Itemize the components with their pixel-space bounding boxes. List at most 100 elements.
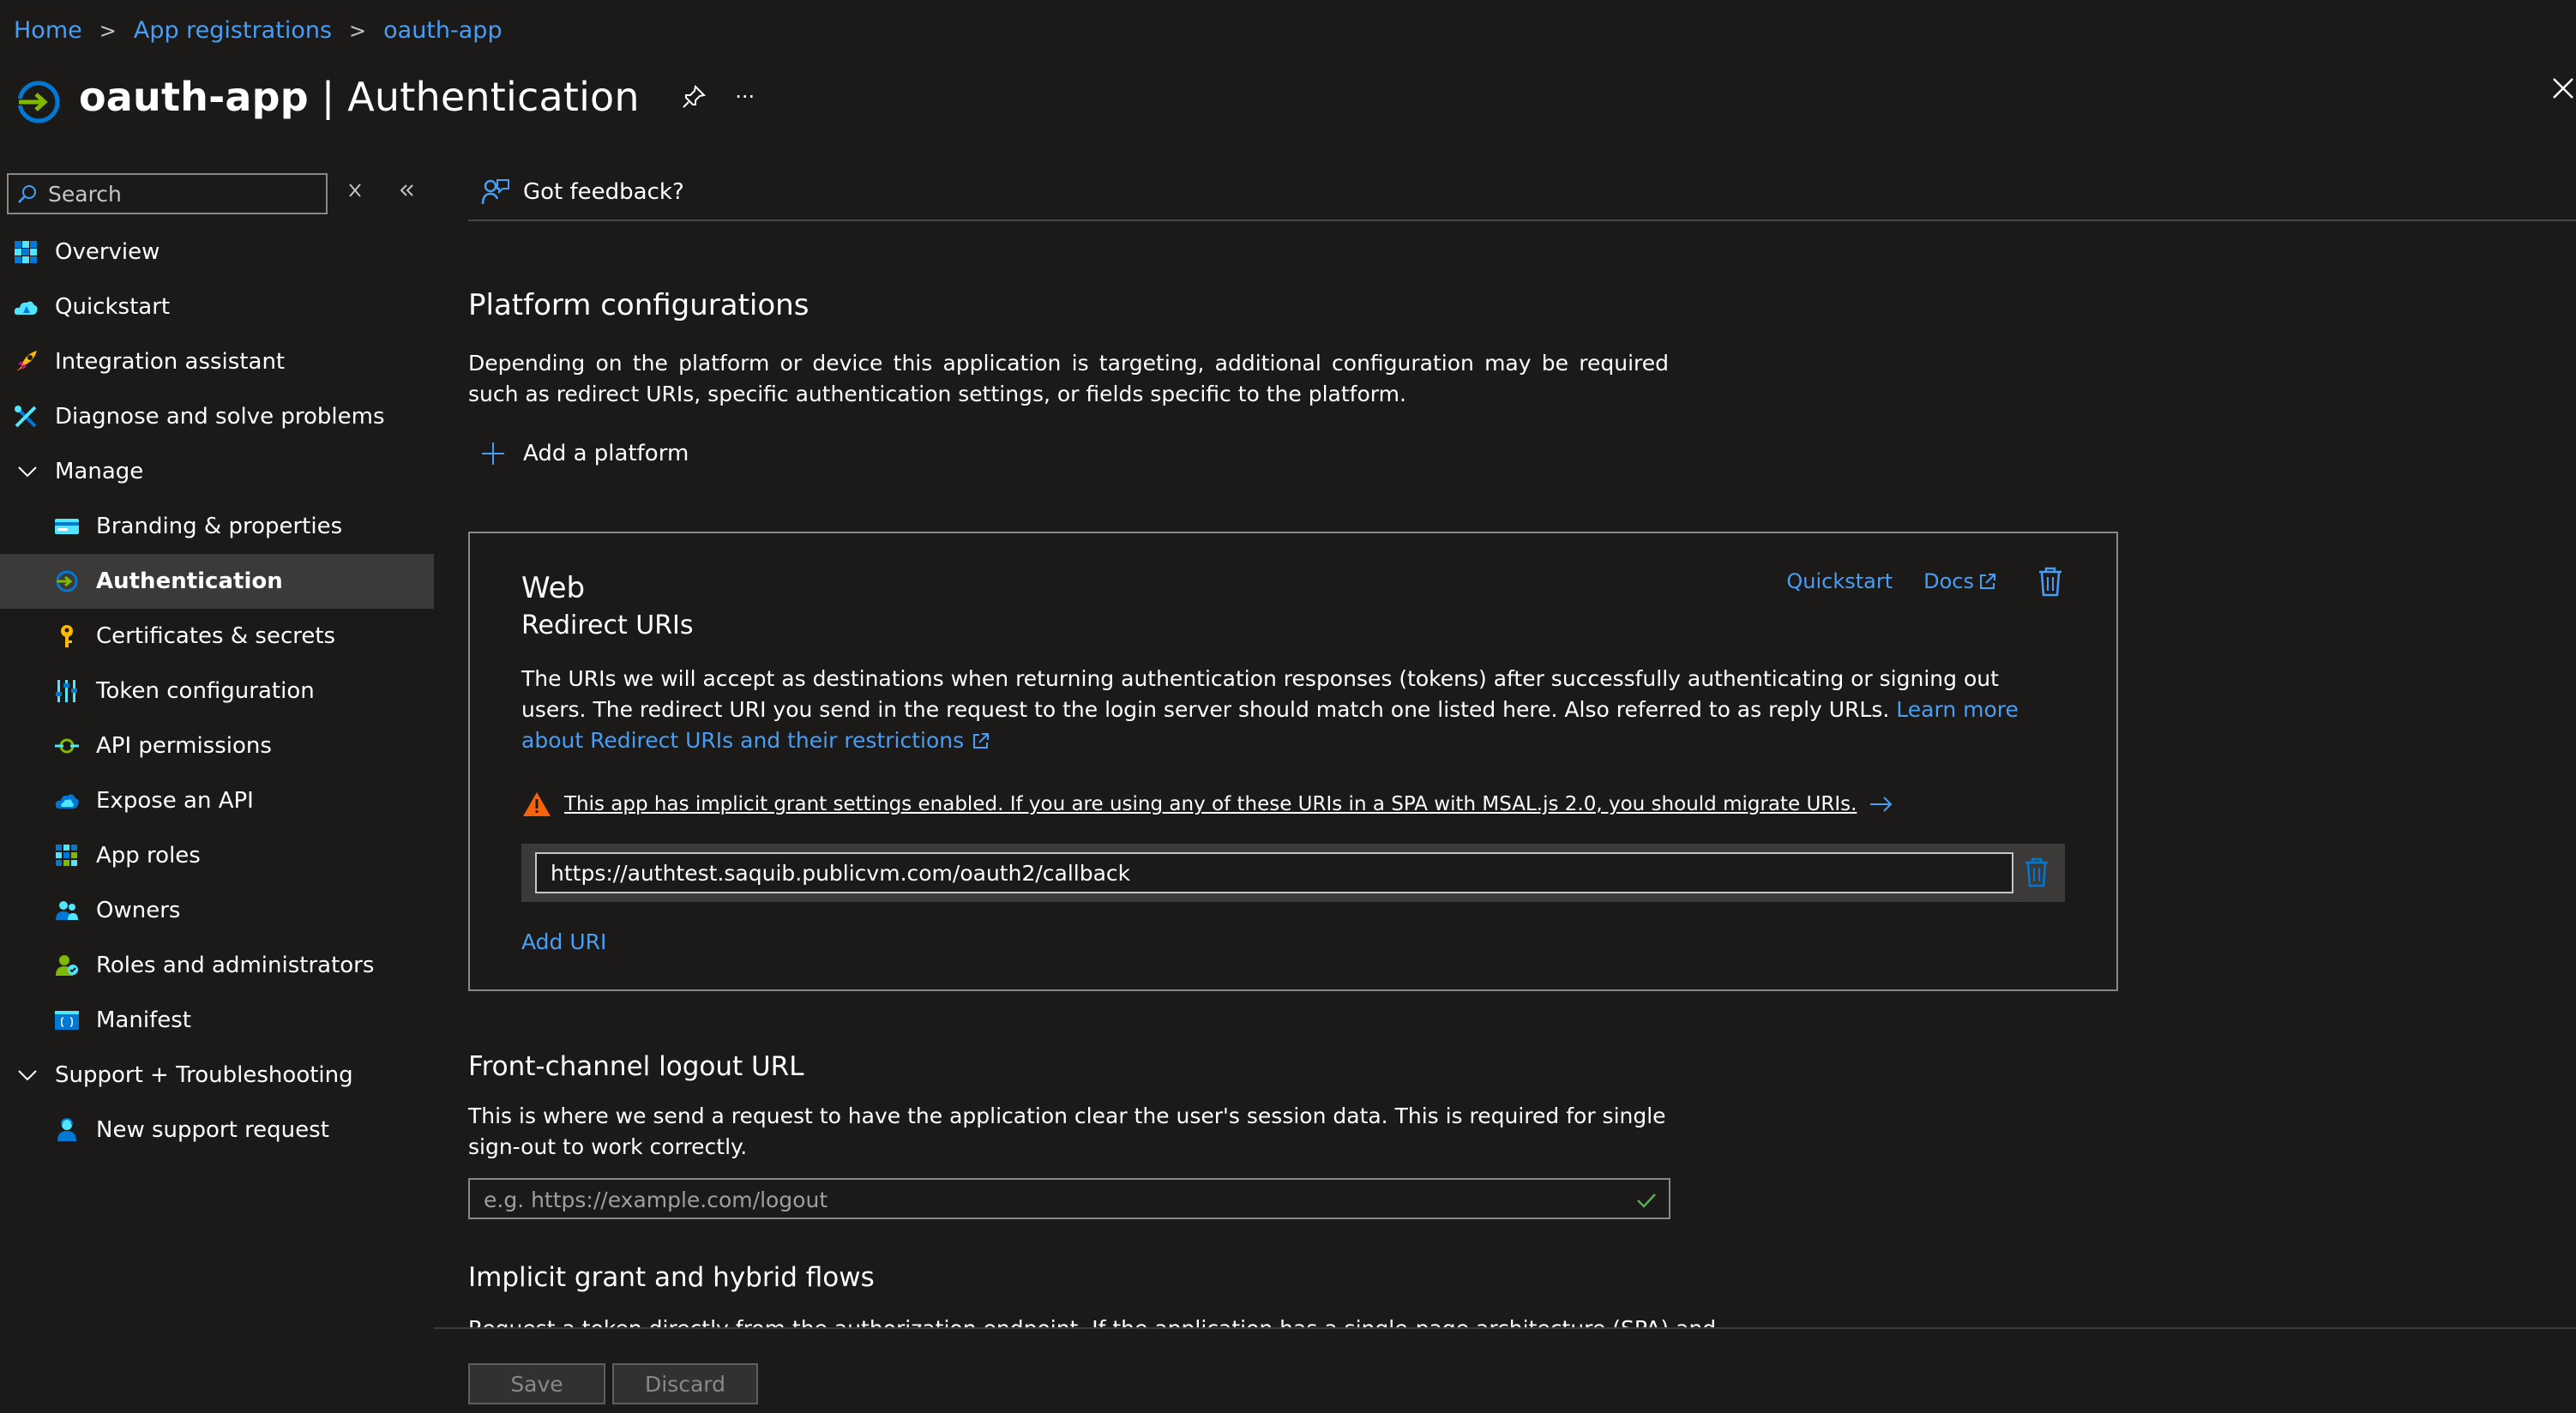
sidebar-item-new-support-request[interactable]: New support request	[0, 1103, 434, 1157]
logout-url-input[interactable]	[484, 1185, 1598, 1214]
platform-configurations-description: Depending on the platform or device this…	[468, 351, 1669, 406]
docs-link-label: Docs	[1923, 569, 1974, 593]
sidebar-item-label: Roles and administrators	[96, 953, 375, 978]
discard-button[interactable]: Discard	[612, 1363, 758, 1404]
web-card-actions: Quickstart Docs	[1786, 566, 2065, 597]
authentication-icon	[17, 81, 60, 123]
logout-url-field	[468, 1178, 1670, 1219]
platform-configurations-title: Platform configurations	[468, 288, 810, 322]
footer-actions: Save Discard	[434, 1327, 2576, 1413]
docs-link[interactable]: Docs	[1923, 569, 1998, 593]
sidebar-item-integration-assistant[interactable]: Integration assistant	[0, 334, 434, 389]
redirect-uri-row	[521, 844, 2065, 902]
sidebar-item-expose-api[interactable]: Expose an API	[0, 773, 434, 828]
sidebar-item-diagnose[interactable]: Diagnose and solve problems	[0, 389, 434, 444]
overview-icon	[15, 241, 37, 263]
page-title: oauth-app | Authentication	[79, 74, 640, 120]
search-icon	[18, 185, 36, 203]
warning-text: This app has implicit grant settings ena…	[564, 793, 1857, 815]
sidebar-item-branding[interactable]: Branding & properties	[0, 499, 434, 554]
sidebar-item-app-roles[interactable]: App roles	[0, 828, 434, 883]
sidebar-item-quickstart[interactable]: Quickstart	[0, 280, 434, 334]
wrench-icon	[15, 406, 37, 428]
authentication-icon	[56, 570, 78, 592]
external-link-icon	[1980, 574, 1995, 589]
clear-search-icon[interactable]	[345, 180, 365, 201]
feedback-label: Got feedback?	[523, 179, 684, 205]
authentication-page: Home > App registrations > oauth-app oau…	[0, 0, 2576, 1413]
sidebar-item-label: New support request	[96, 1117, 329, 1143]
sidebar-item-label: App roles	[96, 843, 201, 869]
toolbar-divider	[468, 219, 2576, 221]
chevron-down-icon	[18, 466, 37, 478]
breadcrumb-app-registrations[interactable]: App registrations	[134, 17, 332, 44]
manifest-icon	[55, 1011, 79, 1030]
collapse-sidebar-icon[interactable]	[396, 180, 417, 201]
sidebar-item-label: Diagnose and solve problems	[55, 404, 385, 430]
add-platform-label: Add a platform	[523, 441, 689, 466]
sidebar-item-label: Owners	[96, 898, 181, 923]
grid-icon	[56, 845, 77, 866]
close-icon[interactable]	[2550, 75, 2576, 101]
redirect-uri-input[interactable]	[535, 852, 2013, 893]
more-button[interactable]: ···	[731, 82, 760, 111]
owners-icon	[56, 901, 78, 920]
page-header: oauth-app | Authentication ···	[14, 67, 760, 127]
sidebar-item-token-configuration[interactable]: Token configuration	[0, 664, 434, 719]
breadcrumb-oauth-app[interactable]: oauth-app	[383, 17, 502, 44]
sidebar-item-label: Overview	[55, 239, 160, 265]
save-button[interactable]: Save	[468, 1363, 605, 1404]
sidebar-item-label: Authentication	[96, 568, 283, 594]
ellipsis-icon: ···	[735, 85, 755, 109]
sidebar-item-label: Certificates & secrets	[96, 623, 336, 649]
warning-icon	[523, 792, 551, 816]
front-channel-logout-title: Front-channel logout URL	[468, 1051, 804, 1082]
sidebar-search[interactable]	[7, 173, 328, 214]
pin-icon	[683, 84, 706, 108]
external-link-icon	[973, 733, 990, 749]
support-person-icon	[57, 1117, 76, 1141]
web-card-title: Web	[521, 571, 586, 605]
feedback-button[interactable]: Got feedback?	[480, 177, 684, 207]
plus-icon	[482, 442, 504, 465]
key-icon	[61, 625, 73, 647]
sidebar-item-api-permissions[interactable]: API permissions	[0, 719, 434, 773]
quickstart-link[interactable]: Quickstart	[1786, 569, 1893, 593]
breadcrumb-home[interactable]: Home	[14, 17, 82, 44]
chevron-right-icon: >	[99, 18, 117, 43]
branding-icon	[55, 519, 79, 534]
sidebar-item-authentication[interactable]: Authentication	[0, 554, 434, 609]
sidebar-item-owners[interactable]: Owners	[0, 883, 434, 938]
implicit-grant-warning[interactable]: This app has implicit grant settings ena…	[521, 791, 1894, 818]
sidebar-item-label: Token configuration	[96, 678, 315, 704]
feedback-icon	[481, 179, 509, 205]
sidebar-item-label: Expose an API	[96, 788, 254, 814]
implicit-grant-title: Implicit grant and hybrid flows	[468, 1262, 875, 1293]
chevron-right-icon: >	[349, 18, 367, 43]
sidebar-item-label: Manifest	[96, 1007, 191, 1033]
sidebar-item-roles-administrators[interactable]: Roles and administrators	[0, 938, 434, 993]
pin-button[interactable]	[679, 82, 708, 111]
arrow-right-icon	[1870, 797, 1893, 812]
delete-platform-icon[interactable]	[2036, 566, 2065, 597]
sidebar-item-overview[interactable]: Overview	[0, 225, 434, 280]
redirect-uris-description: The URIs we will accept as destinations …	[521, 666, 2019, 753]
rocket-icon	[16, 351, 37, 371]
chevron-down-icon	[18, 1070, 37, 1081]
web-platform-card: Web Redirect URIs Quickstart Docs The UR…	[468, 532, 2118, 991]
sidebar-item-certificates[interactable]: Certificates & secrets	[0, 609, 434, 664]
sidebar-nav: Overview Quickstart Integration assistan…	[0, 225, 434, 1157]
sidebar-group-support[interactable]: Support + Troubleshooting	[0, 1048, 434, 1103]
sidebar-group-manage[interactable]: Manage	[0, 444, 434, 499]
add-platform-button[interactable]: Add a platform	[480, 441, 689, 466]
token-icon	[56, 680, 77, 702]
sidebar-item-label: Support + Troubleshooting	[55, 1062, 353, 1088]
front-channel-logout-description: This is where we send a request to have …	[468, 1103, 1666, 1159]
cloud-icon	[55, 794, 79, 809]
sidebar-item-manifest[interactable]: Manifest	[0, 993, 434, 1048]
delete-uri-icon[interactable]	[2022, 856, 2051, 888]
sidebar-item-label: Branding & properties	[96, 514, 343, 539]
add-uri-link[interactable]: Add URI	[521, 929, 606, 954]
sidebar-item-label: API permissions	[96, 733, 272, 759]
search-input[interactable]	[48, 181, 305, 207]
